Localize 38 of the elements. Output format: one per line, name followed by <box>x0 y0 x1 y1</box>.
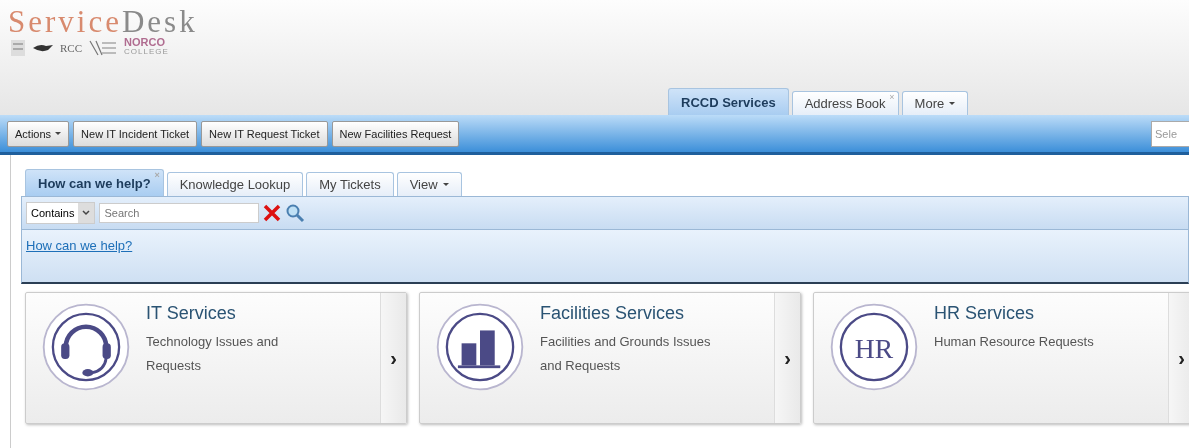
card-description: Facilities and Grounds Issues and Requests <box>540 333 712 375</box>
card-title: Facilities Services <box>540 303 686 324</box>
college-logo-drawing <box>88 38 118 57</box>
tab[interactable]: How can we help? × <box>25 169 164 196</box>
service-card[interactable]: Facilities Services Facilities and Grounds Issues and Requests › <box>419 292 801 424</box>
card-title: HR Services <box>934 303 1036 324</box>
toolbar-button[interactable]: Actions <box>7 120 70 147</box>
search-icon[interactable] <box>285 203 306 223</box>
clear-icon[interactable] <box>263 204 282 222</box>
college-name: RCC <box>60 41 82 54</box>
toolbar-button[interactable]: New IT Incident Ticket <box>73 120 198 147</box>
toolbar-button[interactable]: New Facilities Request <box>331 120 460 147</box>
college-seal-drawing <box>10 38 26 57</box>
tab[interactable]: My Tickets <box>306 172 394 196</box>
breadcrumb-link[interactable]: How can we help? <box>26 238 133 253</box>
service-seal-icon <box>40 301 132 393</box>
chevron-down-icon <box>82 210 91 216</box>
search-field[interactable]: Search <box>99 203 260 223</box>
open-arrow-button[interactable]: › <box>1168 293 1189 423</box>
tab[interactable]: View <box>396 172 462 196</box>
service-card[interactable]: HR HR Services Human Resource Requests › <box>813 292 1189 424</box>
tab[interactable]: Knowledge Lookup <box>166 172 304 196</box>
tab[interactable]: Address Book × <box>791 91 899 115</box>
card-title: IT Services <box>146 303 237 324</box>
service-seal-icon <box>434 301 526 393</box>
service-card[interactable]: IT Services Technology Issues and Requests › <box>25 292 407 424</box>
toolbar-button[interactable]: New IT Request Ticket <box>201 120 328 147</box>
logo-title: ServiceDesk <box>8 6 199 38</box>
card-description: Technology Issues and Requests <box>146 333 280 375</box>
card-description: Human Resource Requests <box>934 333 1095 351</box>
college-label: COLLEGE <box>124 47 169 57</box>
college-name: NORCO <box>124 38 166 47</box>
tab[interactable]: More <box>901 91 969 115</box>
service-seal-icon: HR <box>828 301 920 393</box>
open-arrow-button[interactable]: › <box>774 293 800 423</box>
match-select[interactable]: Contains <box>26 202 96 224</box>
open-arrow-button[interactable]: › <box>380 293 406 423</box>
tab[interactable]: RCCD Services <box>668 88 789 115</box>
